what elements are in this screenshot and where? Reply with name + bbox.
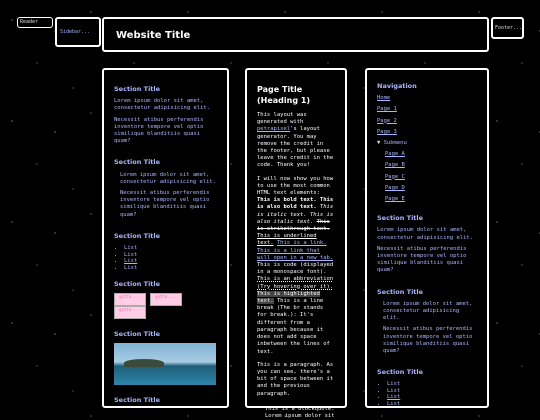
page-title: Page Title (Heading 1) xyxy=(257,85,311,105)
nav-item-page-1[interactable]: Page 1 xyxy=(377,106,477,113)
submenu-item-page-a[interactable]: Page A xyxy=(385,151,477,158)
linebreak-text: This is a line break (The br stands for … xyxy=(257,298,330,355)
right-sidebar: Navigation Home Page 1 Page 2 Page 3 ▼ S… xyxy=(365,68,489,408)
list-item: List xyxy=(387,401,477,408)
nav-item-page-2[interactable]: Page 2 xyxy=(377,118,477,125)
right-section-2: Section Title Lorem ipsum dolor sit amet… xyxy=(377,287,477,356)
nav-item-page-3[interactable]: Page 3 xyxy=(377,129,477,136)
site-header: Website Title xyxy=(102,17,489,52)
left-sidebar: Section Title Lorem ipsum dolor sit amet… xyxy=(102,68,229,408)
main-content: Page Title (Heading 1) This layout was g… xyxy=(245,68,347,419)
section-title: Section Title xyxy=(377,368,424,377)
badge-button[interactable]: gotta ... xyxy=(150,293,182,307)
newtab-link[interactable]: This is a link that will open in a new t… xyxy=(257,248,333,261)
section-title: Section Title xyxy=(114,280,161,289)
site-title: Website Title xyxy=(116,30,191,41)
section-text: Necessit atibus perferendis inventore te… xyxy=(377,245,467,274)
paragraph: This is a paragraph. As you can see, the… xyxy=(257,361,334,397)
list-item: List xyxy=(124,265,217,272)
section-title: Section Title xyxy=(114,85,161,93)
submenu-toggle[interactable]: ▼ Submenu xyxy=(377,140,477,147)
section-title: Section Title xyxy=(114,231,161,240)
section-text: Lorem ipsum dolor sit amet, consectetur … xyxy=(114,98,211,112)
submenu-item-page-e[interactable]: Page E xyxy=(385,196,477,203)
section-text: Necessit atibus perferendis inventore te… xyxy=(383,326,473,355)
section-title: Section Title xyxy=(114,158,161,167)
elements-paragraph: I will now show you how to use the most … xyxy=(257,175,334,355)
footer-tab[interactable]: Footer... xyxy=(491,17,524,39)
submenu-item-page-d[interactable]: Page D xyxy=(385,185,477,192)
submenu-item-page-c[interactable]: Page C xyxy=(385,174,477,181)
section-text: Necessit atibus perferendis inventore te… xyxy=(120,190,210,218)
section-text: Lorem ipsum dolor sit amet, consectetur … xyxy=(383,300,473,322)
code-text: This is code (displayed in a monospace f… xyxy=(257,262,334,276)
left-section-5: Section Title xyxy=(114,330,217,386)
nav-menu: Home Page 1 Page 2 Page 3 ▼ Submenu Page… xyxy=(377,95,477,203)
bold-text: This is bold text. xyxy=(257,197,317,204)
intro-paragraph: This layout was generated with petrapixe… xyxy=(257,112,334,169)
section-text: Lorem ipsum dolor sit amet, consectetur … xyxy=(120,171,217,185)
landscape-image xyxy=(114,343,216,386)
left-section-1: Section Title Lorem ipsum dolor sit amet… xyxy=(114,85,217,145)
blockquote: This is a blockquote. Lorem ipsum dolor … xyxy=(265,405,335,419)
sidebar-tab[interactable]: Sidebar... xyxy=(55,17,101,47)
section-title: Section Title xyxy=(114,396,161,405)
section-title: Section Title xyxy=(114,330,161,339)
left-section-3: Section Title List List List List xyxy=(114,231,217,272)
credit-link[interactable]: petrapixel xyxy=(257,126,290,132)
left-section-4: Section Title gotta ... gotta ...gotta ..… xyxy=(114,280,217,320)
text-link[interactable]: This is a link. xyxy=(277,240,327,246)
submenu-item-page-b[interactable]: Page B xyxy=(385,162,477,169)
right-section-3: Section Title List List List List xyxy=(377,369,477,407)
right-section-1: Section Title Lorem ipsum dolor sit amet… xyxy=(377,215,477,274)
badge-button[interactable]: gotta ... xyxy=(114,293,146,307)
badge-button[interactable]: gotta ... xyxy=(114,306,146,320)
left-section-6: Section Title xyxy=(114,397,217,404)
left-section-2: Section Title Lorem ipsum dolor sit amet… xyxy=(114,159,217,218)
section-text: Lorem ipsum dolor sit amet, consectetur … xyxy=(377,227,474,241)
nav-title: Navigation xyxy=(377,82,417,90)
nav-item-home[interactable]: Home xyxy=(377,95,477,102)
section-title: Section Title xyxy=(377,287,424,296)
abbr-text: This is an abbreviation (Try hovering ov… xyxy=(257,276,334,290)
reader-tab[interactable]: Reader xyxy=(17,17,53,28)
section-title: Section Title xyxy=(377,214,424,223)
section-text: Necessit atibus perferendis inventore te… xyxy=(114,116,204,145)
triangle-down-icon: ▼ xyxy=(377,140,384,147)
